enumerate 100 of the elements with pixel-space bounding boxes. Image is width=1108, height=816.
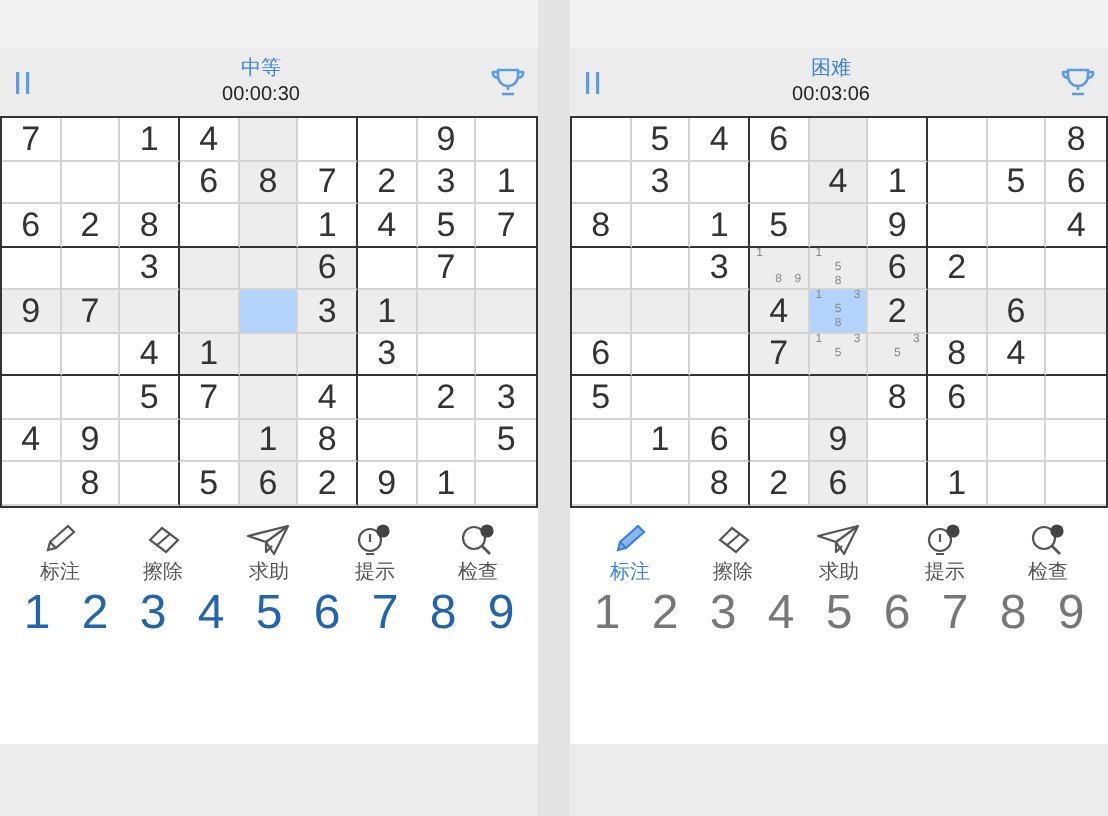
grid-cell[interactable]: 7 [749,333,810,376]
grid-cell[interactable]: 1 [179,333,240,376]
grid-cell[interactable]: 8 [239,161,299,204]
grid-cell[interactable]: 1 [927,462,988,505]
number-key[interactable]: 8 [429,585,457,641]
grid-cell[interactable]: 1 [357,290,418,333]
number-key[interactable]: 2 [651,585,679,641]
grid-cell[interactable]: 3 [417,161,477,204]
grid-cell[interactable]: 9 [417,118,477,161]
grid-cell[interactable]: 2 [298,462,358,505]
number-key[interactable]: 5 [825,585,853,641]
grid-cell[interactable]: 1 [239,419,299,462]
grid-cell[interactable]: 1 [476,161,536,204]
grid-cell[interactable]: 3 [631,161,691,204]
bulb-tool[interactable]: 提示 [354,523,395,585]
grid-cell[interactable]: 6 [690,419,750,462]
grid-cell[interactable]: 5 [120,376,180,419]
grid-cell[interactable]: 3 [357,333,418,376]
grid-cell[interactable]: 4 [2,419,62,462]
grid-cell[interactable]: 5 [987,161,1047,204]
grid-cell[interactable] [868,419,928,462]
pause-icon[interactable] [16,71,32,93]
trophy-icon[interactable] [1060,68,1096,96]
eraser-tool[interactable]: 擦除 [143,523,184,585]
bulb-tool[interactable]: 提示 [924,523,965,585]
grid-cell[interactable]: 7 [179,376,240,419]
grid-cell[interactable]: 8 [298,419,358,462]
trophy-icon[interactable] [490,68,526,96]
grid-cell[interactable]: 6 [2,204,62,247]
number-key[interactable]: 4 [767,585,795,641]
grid-cell[interactable]: 4 [987,333,1047,376]
grid-cell[interactable]: 6 [809,462,869,505]
grid-cell[interactable]: 2 [868,290,928,333]
grid-cell[interactable]: 8 [927,333,988,376]
grid-cell[interactable]: 6 [987,290,1047,333]
grid-cell[interactable]: 1 [690,204,750,247]
grid-cell[interactable]: 9 [809,419,869,462]
grid-cell[interactable]: 4 [809,161,869,204]
grid-cell[interactable]: 4 [120,333,180,376]
grid-cell[interactable] [120,161,180,204]
number-key[interactable]: 2 [81,585,109,641]
grid-cell[interactable] [868,118,928,161]
grid-cell[interactable]: 9 [357,462,418,505]
grid-cell[interactable]: 6 [298,247,358,290]
grid-cell[interactable] [298,118,358,161]
grid-cell[interactable]: 5 [179,462,240,505]
grid-cell[interactable]: 4 [179,118,240,161]
grid-cell[interactable] [120,419,180,462]
grid-cell[interactable] [476,333,536,376]
grid-cell[interactable]: 2 [357,161,418,204]
plane-tool[interactable]: 求助 [246,523,291,585]
eraser-tool[interactable]: 擦除 [713,523,754,585]
grid-cell[interactable]: 5 [631,118,691,161]
grid-cell[interactable]: 1 [417,462,477,505]
grid-cell[interactable]: 8 [120,204,180,247]
grid-cell[interactable] [298,333,358,376]
grid-cell[interactable]: 1 [120,118,180,161]
grid-cell[interactable]: 5 [572,376,632,419]
number-key[interactable]: 7 [371,585,399,641]
number-key[interactable]: 3 [709,585,737,641]
number-key[interactable]: 6 [883,585,911,641]
grid-cell[interactable]: 5 [749,204,810,247]
grid-cell[interactable]: 9 [868,204,928,247]
grid-cell[interactable]: 8 [690,462,750,505]
grid-cell[interactable]: 9 [2,290,62,333]
grid-cell[interactable]: 6 [239,462,299,505]
grid-cell[interactable]: 1 [631,419,691,462]
grid-cell[interactable]: 2 [61,204,121,247]
grid-cell[interactable] [690,161,750,204]
grid-cell[interactable]: 4 [357,204,418,247]
pause-icon[interactable] [586,71,602,93]
grid-cell[interactable]: 5 [417,204,477,247]
number-key[interactable]: 5 [255,585,283,641]
number-key[interactable]: 3 [139,585,167,641]
grid-cell[interactable]: 6 [1046,161,1106,204]
grid-cell[interactable] [120,462,180,505]
grid-cell[interactable]: 6 [179,161,240,204]
grid-cell[interactable]: 3 [690,247,750,290]
grid-cell[interactable]: 3 [120,247,180,290]
grid-cell[interactable]: 2 [927,247,988,290]
number-key[interactable]: 9 [1057,585,1085,641]
grid-cell[interactable] [690,333,750,376]
grid-cell[interactable]: 1 [298,204,358,247]
grid-cell[interactable]: 8 [61,462,121,505]
number-key[interactable]: 4 [197,585,225,641]
grid-cell[interactable]: 8 [572,204,632,247]
grid-cell[interactable]: 2 [417,376,477,419]
grid-cell[interactable]: 7 [417,247,477,290]
grid-cell[interactable]: 7 [2,118,62,161]
grid-cell[interactable]: 4 [298,376,358,419]
number-key[interactable]: 9 [487,585,515,641]
grid-cell[interactable] [1046,333,1106,376]
grid-cell[interactable]: 8 [868,376,928,419]
grid-cell[interactable]: 2 [749,462,810,505]
grid-cell[interactable] [690,290,750,333]
number-key[interactable]: 7 [941,585,969,641]
grid-cell[interactable]: 6 [572,333,632,376]
pencil-tool[interactable]: 标注 [609,523,650,585]
grid-cell[interactable]: 5 [476,419,536,462]
magnifier-tool[interactable]: 检查 [458,523,499,585]
